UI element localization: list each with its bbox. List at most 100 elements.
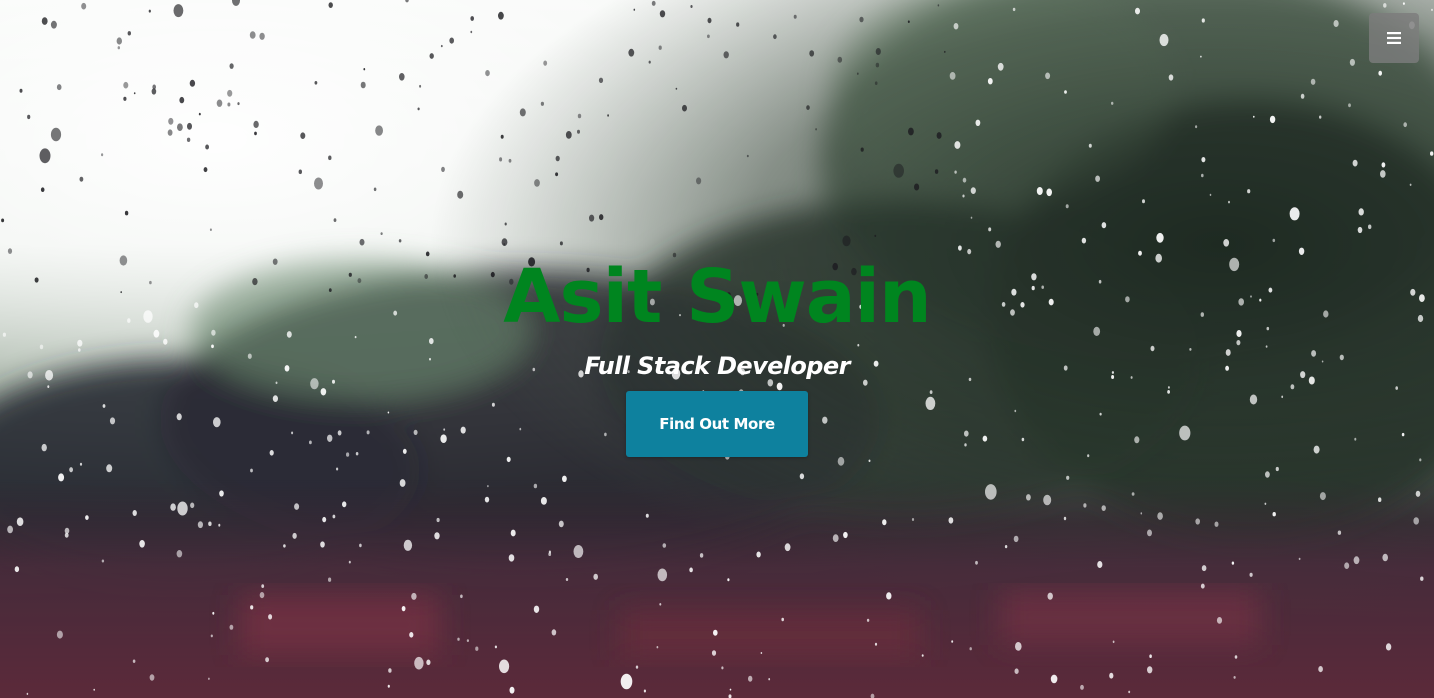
rain-drop [504, 222, 507, 226]
rain-drop [760, 652, 763, 654]
rain-drop [1088, 143, 1092, 148]
rain-drop [1083, 503, 1087, 508]
rain-drop [41, 443, 47, 452]
rain-drop [168, 117, 174, 125]
rain-drop [26, 692, 29, 696]
rain-drop [152, 84, 156, 90]
rain-drop [348, 560, 351, 564]
rain-drop [1403, 122, 1407, 128]
rain-drop [1179, 425, 1191, 441]
rain-drop [875, 62, 880, 68]
rain-drop [133, 92, 136, 95]
hero-section: Asit Swain Full Stack Developer Find Out… [0, 0, 1434, 698]
rain-drop [1004, 545, 1008, 549]
rain-drop [1013, 535, 1019, 543]
rain-drop [19, 88, 23, 93]
rain-drop [79, 176, 84, 182]
rain-drop [294, 503, 300, 510]
rain-drop [1290, 384, 1295, 390]
rain-drop [1223, 239, 1230, 247]
find-out-more-button[interactable]: Find Out More [626, 391, 808, 457]
rain-drop [487, 485, 489, 488]
rain-drop [1201, 157, 1206, 163]
rain-drop [508, 554, 515, 562]
rain-drop [534, 179, 540, 187]
rain-drop [1149, 654, 1152, 658]
rain-drop [69, 467, 73, 473]
rain-drop [419, 84, 422, 88]
rain-drop [1168, 74, 1174, 81]
rain-drop [533, 483, 538, 489]
rain-drop [363, 68, 366, 71]
rain-drop [1234, 655, 1238, 659]
rain-drop [1402, 2, 1405, 5]
rain-drop [109, 417, 116, 425]
rain-drop [1099, 412, 1102, 416]
rain-drop [328, 577, 332, 582]
rain-drop [443, 428, 446, 431]
rain-drop [559, 241, 563, 246]
rain-drop [123, 96, 127, 101]
rain-drop [914, 183, 920, 191]
rain-drop [124, 210, 129, 216]
rain-drop [79, 462, 83, 466]
rain-drop [259, 592, 265, 599]
rain-drop [170, 503, 176, 511]
rain-drop [509, 686, 515, 694]
rain-drop [460, 426, 466, 434]
rain-drop [866, 618, 870, 622]
rain-drop [1065, 204, 1069, 209]
rain-drop [874, 642, 878, 646]
rain-drop [1081, 237, 1087, 244]
menu-toggle-button[interactable] [1369, 13, 1419, 63]
rain-drop [837, 456, 845, 466]
rain-drop [1264, 502, 1267, 505]
rain-drop [577, 129, 580, 134]
rain-drop [929, 390, 933, 394]
rain-drop [399, 73, 405, 81]
rain-drop [1272, 238, 1276, 243]
rain-drop [987, 78, 993, 85]
rain-drop [411, 592, 417, 600]
rain-drop [261, 584, 265, 588]
rain-drop [565, 578, 569, 581]
rain-drop [333, 218, 337, 223]
rain-drop [1112, 640, 1115, 644]
rain-drop [908, 127, 914, 136]
rain-drop [633, 8, 636, 11]
rain-drop [309, 440, 312, 445]
rain-drop [327, 434, 333, 442]
rain-drop [1147, 529, 1152, 537]
rain-drop [628, 48, 635, 57]
rain-drop [1409, 183, 1412, 186]
rain-drop [1353, 556, 1360, 565]
rain-drop [380, 232, 383, 236]
rain-drop [784, 543, 791, 552]
rain-drop [250, 605, 254, 610]
rain-drop [1064, 90, 1067, 94]
rain-drop [842, 235, 851, 247]
rain-drop [434, 532, 440, 540]
rain-drop [1200, 55, 1202, 58]
rain-drop [1159, 33, 1169, 47]
rain-drop [449, 37, 455, 44]
rain-drop [387, 684, 390, 688]
rain-drop [1300, 93, 1305, 99]
rain-drop [81, 2, 87, 10]
rain-drop [643, 689, 647, 693]
rain-drop [1413, 517, 1419, 525]
rain-drop [346, 452, 350, 457]
rain-drop [1066, 475, 1070, 480]
rain-drop [41, 17, 48, 25]
rain-drop [1046, 188, 1052, 197]
rain-drop [210, 634, 213, 638]
rain-drop [426, 659, 431, 666]
rain-drop [176, 413, 182, 421]
rain-drop [599, 214, 604, 221]
rain-drop [1195, 125, 1198, 129]
rain-drop [102, 404, 106, 408]
rain-drop [116, 37, 123, 45]
rain-drop [1378, 70, 1382, 76]
rain-drop [962, 194, 965, 198]
rain-drop [1, 218, 5, 223]
